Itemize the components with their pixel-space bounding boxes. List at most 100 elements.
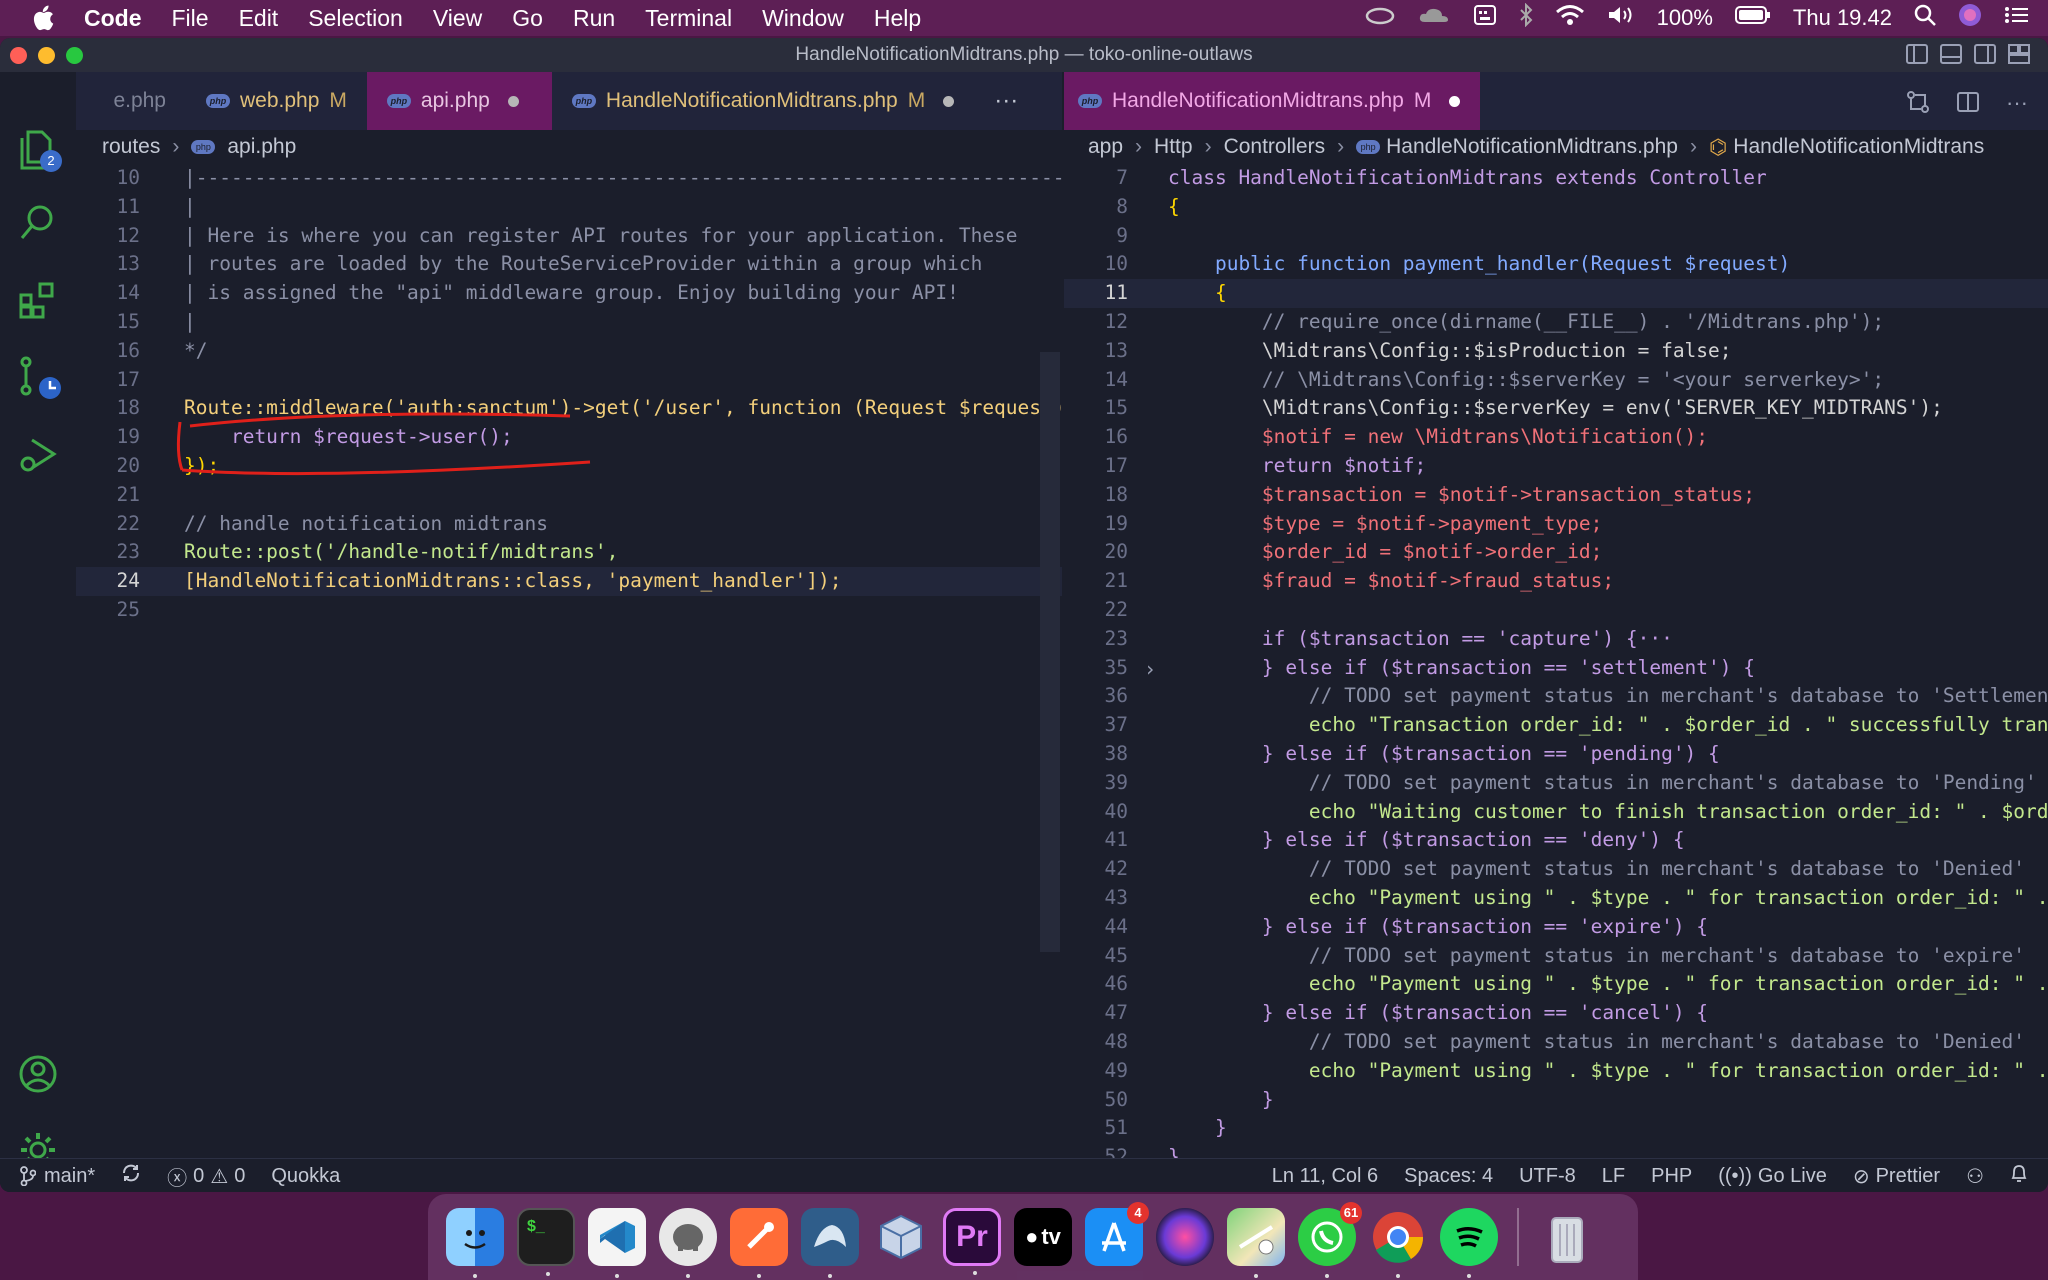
chrome-icon[interactable]	[1369, 1208, 1427, 1278]
breadcrumb-item[interactable]: Http	[1154, 135, 1193, 159]
code-line: // TODO set payment status in merchant's…	[1168, 1029, 2026, 1053]
app-store-icon[interactable]: 4	[1085, 1202, 1149, 1266]
sync-icon[interactable]	[121, 1163, 141, 1189]
bluetooth-icon[interactable]	[1519, 2, 1533, 33]
tab-e-php[interactable]: e.php	[76, 72, 186, 130]
zoom-window-button[interactable]	[66, 47, 83, 64]
minimize-window-button[interactable]	[38, 47, 55, 64]
terminal-icon[interactable]: $_	[517, 1208, 575, 1276]
menu-window[interactable]: Window	[762, 5, 844, 32]
trash-icon[interactable]	[1538, 1208, 1596, 1266]
vertical-scrollbar[interactable]	[1040, 352, 1060, 952]
apple-logo-icon[interactable]	[32, 5, 62, 31]
right-code-editor[interactable]: 7 class HandleNotificationMidtrans extend…	[1064, 164, 2048, 1192]
code-line: */	[184, 338, 208, 362]
breadcrumb-item[interactable]: HandleNotificationMidtrans.php	[1386, 135, 1678, 159]
tab-web-php[interactable]: php web.php M	[186, 72, 367, 130]
source-control-icon[interactable]	[18, 356, 61, 399]
menu-view[interactable]: View	[433, 5, 482, 32]
keyboard-icon[interactable]	[1473, 4, 1497, 32]
menu-terminal[interactable]: Terminal	[645, 5, 732, 32]
vertical-scrollbar[interactable]	[2034, 174, 2046, 1074]
breadcrumb-item[interactable]: Controllers	[1224, 135, 1326, 159]
spotify-icon[interactable]	[1440, 1208, 1498, 1278]
line-number: 21	[116, 482, 140, 506]
more-actions-icon[interactable]: ···	[2006, 90, 2028, 120]
menu-help[interactable]: Help	[874, 5, 921, 32]
siri-icon[interactable]	[1958, 3, 1982, 33]
battery-percent[interactable]: 100%	[1657, 5, 1713, 31]
tableplus-icon[interactable]	[659, 1208, 717, 1278]
line-number: 12	[1104, 309, 1128, 333]
code-row: 8{	[1064, 193, 2048, 222]
feedback-icon[interactable]: ⚇	[1966, 1164, 1984, 1189]
close-window-button[interactable]	[10, 47, 27, 64]
menu-edit[interactable]: Edit	[239, 5, 279, 32]
unsaved-dot[interactable]	[1449, 95, 1461, 107]
vscode-icon[interactable]	[588, 1208, 646, 1278]
breadcrumb-item[interactable]: api.php	[227, 135, 296, 159]
control-center-icon[interactable]	[2004, 5, 2030, 31]
cursor-position[interactable]: Ln 11, Col 6	[1272, 1165, 1378, 1188]
extensions-icon[interactable]	[18, 280, 58, 320]
code-line: $type = $notif->payment_type;	[1168, 511, 1603, 535]
branch-indicator[interactable]: main*	[20, 1165, 95, 1188]
indentation[interactable]: Spaces: 4	[1404, 1165, 1493, 1188]
menu-selection[interactable]: Selection	[308, 5, 403, 32]
language-mode[interactable]: PHP	[1651, 1165, 1692, 1188]
toggle-panel-icon[interactable]	[1940, 44, 1962, 69]
code-line: |	[184, 309, 196, 333]
search-icon[interactable]	[18, 202, 58, 242]
split-editor-icon[interactable]	[1956, 90, 1980, 120]
spotlight-search-icon[interactable]	[1914, 4, 1936, 32]
maps-icon[interactable]	[1227, 1208, 1285, 1278]
mysql-workbench-icon[interactable]	[801, 1208, 859, 1278]
finder-icon[interactable]	[446, 1208, 504, 1278]
postman-icon[interactable]	[730, 1208, 788, 1278]
more-actions-button[interactable]: ···	[974, 72, 1038, 130]
breadcrumb-item[interactable]: routes	[102, 135, 160, 159]
toggle-secondary-sidebar-icon[interactable]	[1974, 44, 1996, 69]
menu-run[interactable]: Run	[573, 5, 615, 32]
encoding[interactable]: UTF-8	[1519, 1165, 1576, 1188]
menu-go[interactable]: Go	[512, 5, 543, 32]
branch-name: main*	[44, 1164, 96, 1187]
creative-cloud-icon[interactable]	[1365, 5, 1395, 31]
explorer-icon[interactable]: 2	[18, 128, 62, 172]
class-symbol-icon: ⌬	[1708, 135, 1728, 159]
tab-api-php[interactable]: php api.php	[366, 72, 552, 130]
toggle-sidebar-icon[interactable]	[1906, 44, 1928, 69]
customize-layout-icon[interactable]	[2008, 44, 2030, 69]
compare-changes-icon[interactable]	[1906, 90, 1930, 120]
apple-tv-icon[interactable]: ● tv	[1014, 1208, 1072, 1266]
wifi-icon[interactable]	[1555, 4, 1585, 32]
premiere-icon[interactable]: Pr	[943, 1208, 1001, 1275]
unsaved-dot[interactable]	[943, 95, 955, 107]
quokka-status[interactable]: Quokka	[271, 1165, 340, 1188]
siri-icon[interactable]	[1156, 1208, 1214, 1266]
virtualbox-icon[interactable]	[872, 1208, 930, 1266]
battery-icon[interactable]	[1734, 5, 1771, 31]
folded-region-chevron-icon[interactable]: ›	[1144, 655, 1156, 684]
unsaved-dot[interactable]	[507, 95, 519, 107]
prettier-button[interactable]: ⊘ Prettier	[1853, 1164, 1940, 1189]
notifications-bell-icon[interactable]	[2010, 1163, 2028, 1189]
go-live-button[interactable]: ((•)) Go Live	[1718, 1165, 1827, 1188]
accounts-icon[interactable]	[18, 1054, 58, 1094]
breadcrumb-item[interactable]: HandleNotificationMidtrans	[1733, 135, 1984, 159]
left-code-editor[interactable]: 10 |-------------------------------------…	[76, 164, 1065, 1192]
whatsapp-icon[interactable]: 61	[1298, 1202, 1362, 1278]
app-name[interactable]: Code	[84, 5, 142, 32]
tab-handle-notification[interactable]: php HandleNotificationMidtrans.php M	[552, 72, 974, 130]
end-of-line[interactable]: LF	[1602, 1165, 1625, 1188]
volume-icon[interactable]	[1607, 4, 1635, 32]
clock[interactable]: Thu 19.42	[1793, 5, 1892, 31]
line-number: 50	[1104, 1087, 1128, 1111]
tab-handle-notification-active[interactable]: php HandleNotificationMidtrans.php M	[1064, 72, 1481, 130]
breadcrumb-item[interactable]: app	[1088, 135, 1123, 159]
menu-file[interactable]: File	[172, 5, 209, 32]
problems-indicator[interactable]: ⓧ 0 ⚠ 0	[167, 1162, 245, 1191]
line-number: 36	[1104, 684, 1128, 708]
run-debug-icon[interactable]	[18, 434, 58, 474]
icloud-icon[interactable]	[1417, 5, 1451, 31]
